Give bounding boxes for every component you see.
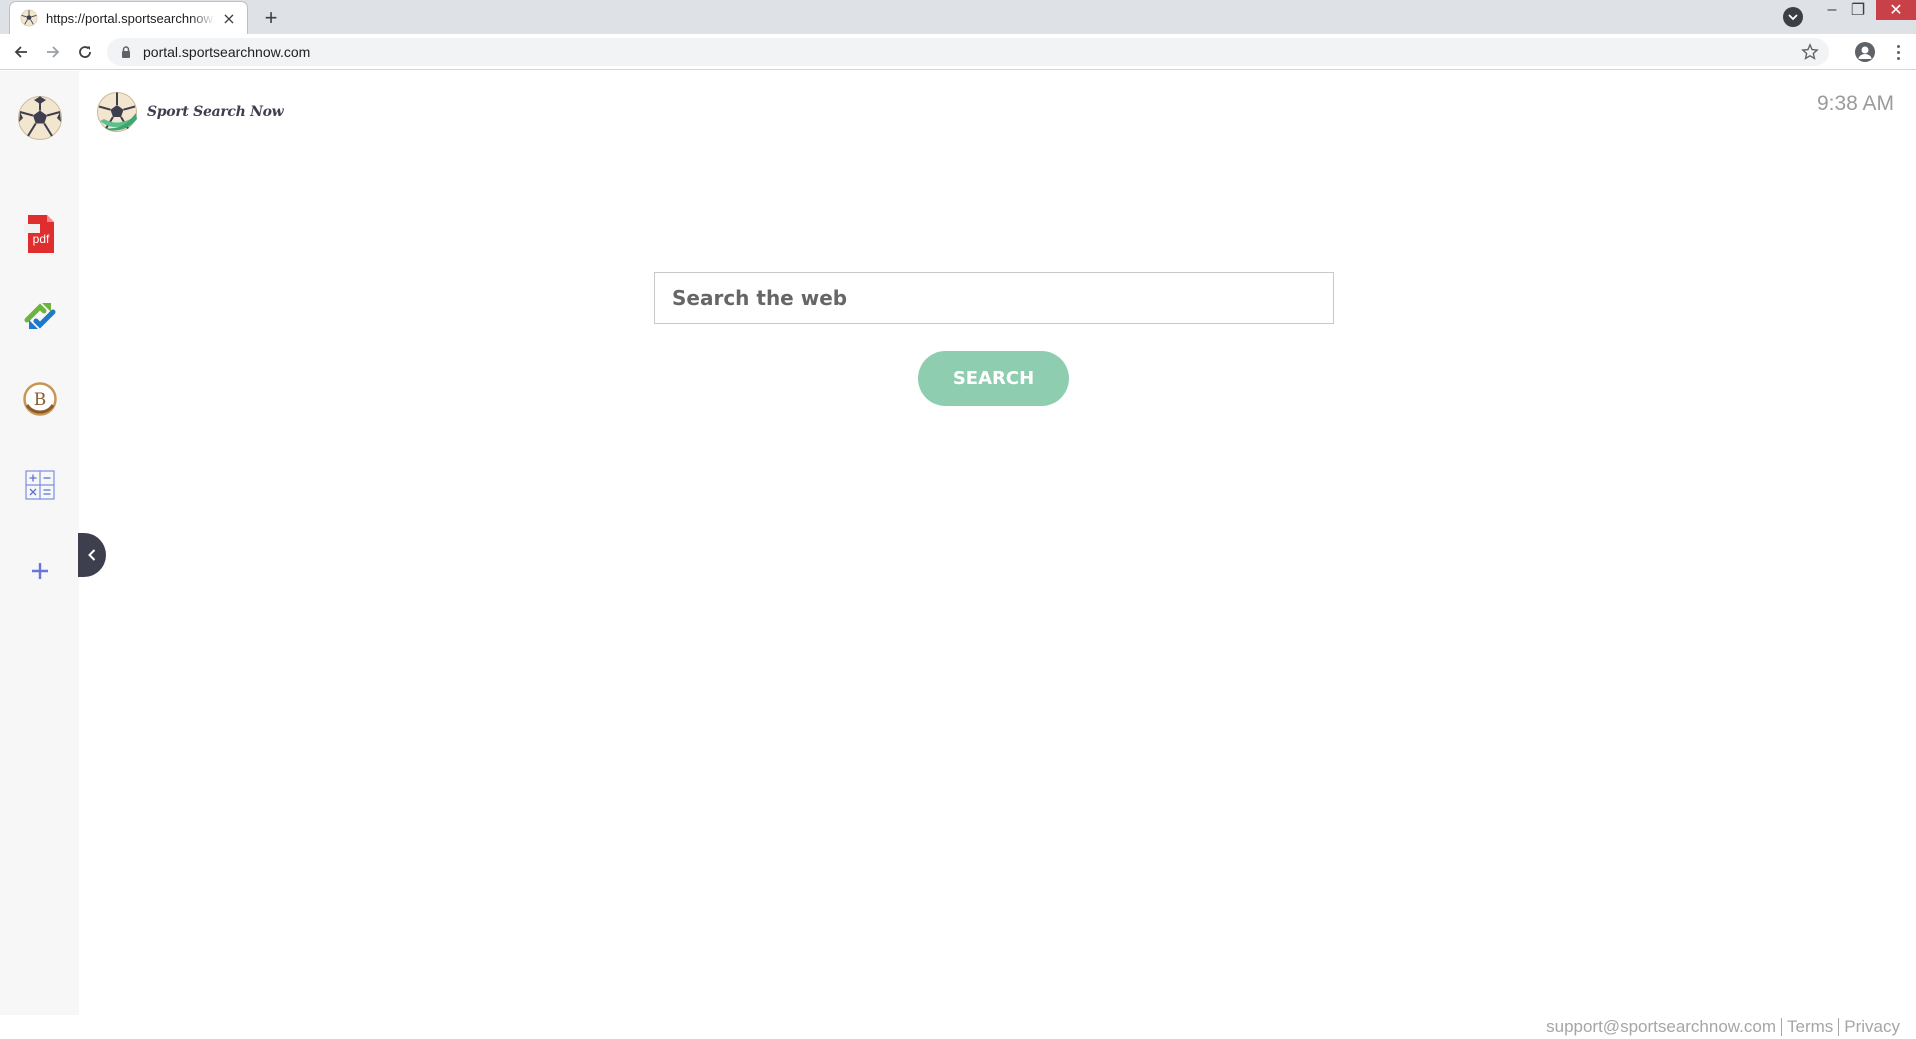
support-email-link[interactable]: support@sportsearchnow.com (1546, 1017, 1776, 1037)
forward-button[interactable] (39, 38, 67, 66)
sidebar-item-calculator[interactable] (18, 463, 62, 507)
search-box (654, 272, 1334, 324)
sidebar-item-home[interactable] (17, 95, 63, 141)
page-content: pdf B Sport Search Now 9:38 AM Search th… (0, 71, 1916, 1039)
close-window-button[interactable]: ✕ (1876, 0, 1916, 20)
maximize-button[interactable]: ❐ (1839, 0, 1877, 20)
soccer-ball-icon (97, 92, 137, 132)
browser-toolbar: portal.sportsearchnow.com (0, 34, 1916, 70)
pdf-icon-label: pdf (33, 232, 50, 246)
address-bar[interactable]: portal.sportsearchnow.com (107, 38, 1829, 66)
account-icon[interactable] (1855, 42, 1875, 62)
browser-tab[interactable]: https://portal.sportsearchnow.com × (9, 1, 248, 34)
sidebar-collapse-button[interactable] (78, 533, 106, 577)
bitcoin-icon-label: B (34, 390, 47, 410)
search-button[interactable]: SEARCH (918, 351, 1069, 406)
brand-name: Sport Search Now (147, 104, 284, 120)
sidebar: pdf B (0, 71, 79, 1015)
footer-divider (1838, 1018, 1840, 1036)
browser-tabstrip: https://portal.sportsearchnow.com × + – … (0, 0, 1916, 34)
new-tab-button[interactable]: + (258, 5, 284, 31)
arrow-right-icon (47, 46, 60, 58)
browser-menu-icon[interactable] (1888, 42, 1908, 62)
lock-icon (122, 46, 130, 58)
search-input[interactable] (655, 273, 1333, 323)
arrow-left-icon (14, 46, 27, 58)
sidebar-item-converter[interactable] (18, 294, 62, 338)
terms-link[interactable]: Terms (1787, 1017, 1833, 1037)
add-icon (32, 563, 48, 579)
reload-icon (79, 46, 91, 58)
bookmark-star-icon[interactable] (1801, 43, 1819, 61)
clock: 9:38 AM (1816, 92, 1894, 115)
calculator-icon (25, 470, 55, 500)
soccer-ball-icon (18, 96, 62, 140)
brand[interactable]: Sport Search Now (96, 91, 284, 133)
back-button[interactable] (7, 38, 35, 66)
sidebar-item-bitcoin[interactable]: B (18, 377, 62, 421)
tab-title: https://portal.sportsearchnow.com (46, 10, 215, 26)
footer: support@sportsearchnow.com Terms Privacy (1546, 1017, 1900, 1037)
sidebar-item-add[interactable] (18, 549, 62, 593)
soccer-ball-icon (20, 9, 38, 27)
tab-search-icon[interactable] (1783, 7, 1803, 27)
reload-button[interactable] (71, 38, 99, 66)
url-text: portal.sportsearchnow.com (143, 44, 311, 60)
sidebar-item-pdf[interactable]: pdf (18, 212, 62, 256)
bitcoin-icon: B (23, 382, 57, 416)
tab-close-icon[interactable]: × (219, 8, 239, 28)
converter-icon (24, 303, 56, 329)
footer-divider (1780, 1018, 1782, 1036)
pdf-icon: pdf (24, 215, 54, 253)
chevron-left-icon (88, 549, 96, 561)
privacy-link[interactable]: Privacy (1844, 1017, 1900, 1037)
